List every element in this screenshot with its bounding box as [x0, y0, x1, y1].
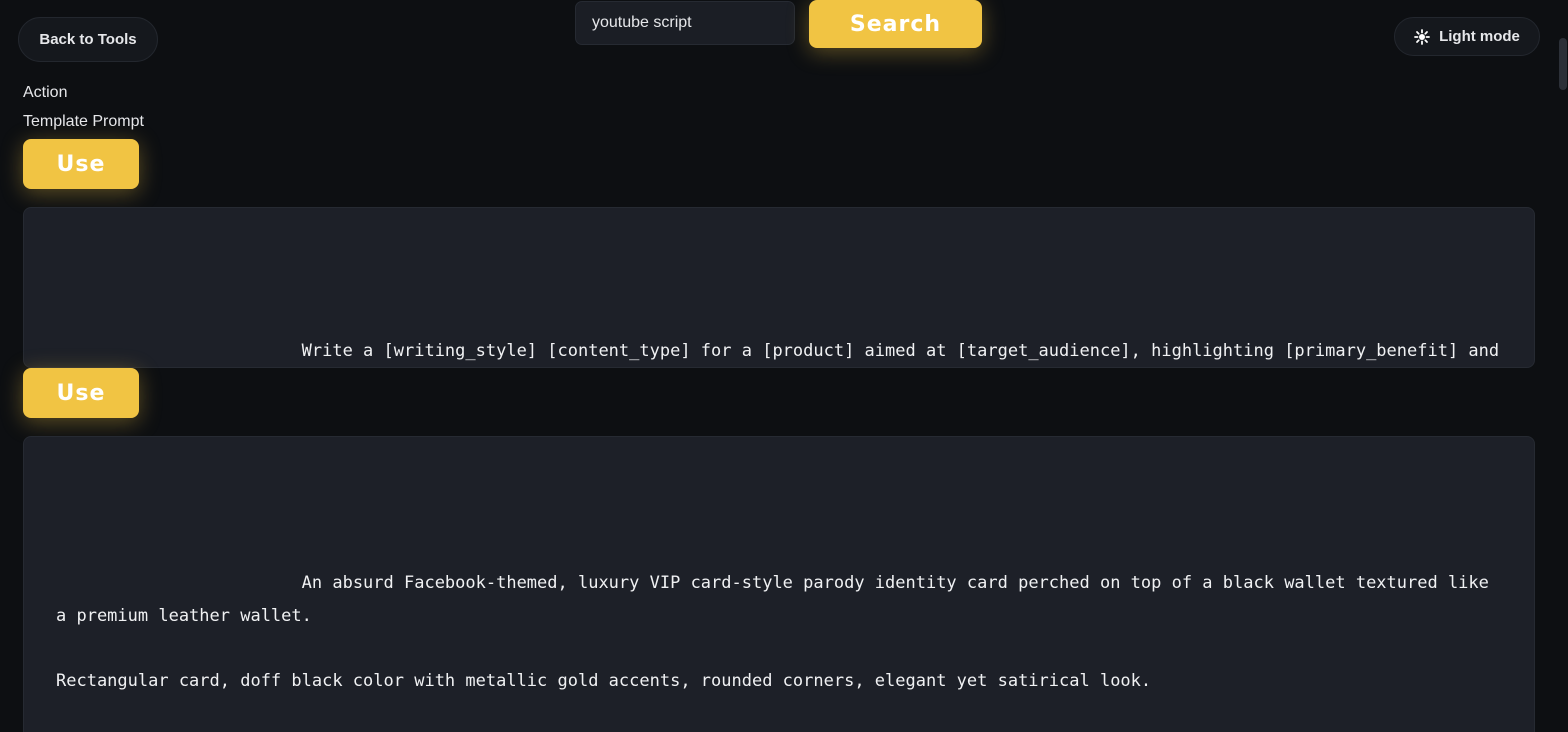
search-button[interactable]: Search — [809, 0, 982, 48]
use-button[interactable]: Use — [23, 139, 139, 189]
action-label: Action — [23, 84, 68, 101]
back-to-tools-button[interactable]: Back to Tools — [18, 17, 158, 62]
light-mode-label: Light mode — [1439, 28, 1520, 45]
use-button[interactable]: Use — [23, 368, 139, 418]
prompt-text: An absurd Facebook-themed, luxury VIP ca… — [56, 573, 1489, 691]
sun-icon — [1414, 28, 1430, 45]
light-mode-toggle[interactable]: Light mode — [1394, 17, 1540, 56]
page: Back to Tools Search Light mode Action — [0, 0, 1568, 732]
prompt-card: Write a [writing_style] [content_type] f… — [23, 207, 1535, 368]
search-input[interactable] — [575, 1, 795, 45]
scrollbar[interactable] — [1556, 0, 1568, 732]
scrollbar-thumb[interactable] — [1559, 38, 1567, 90]
prompt-text: Write a [writing_style] [content_type] f… — [301, 341, 1500, 361]
prompt-card: An absurd Facebook-themed, luxury VIP ca… — [23, 436, 1535, 732]
template-prompt-label: Template Prompt — [23, 113, 144, 130]
